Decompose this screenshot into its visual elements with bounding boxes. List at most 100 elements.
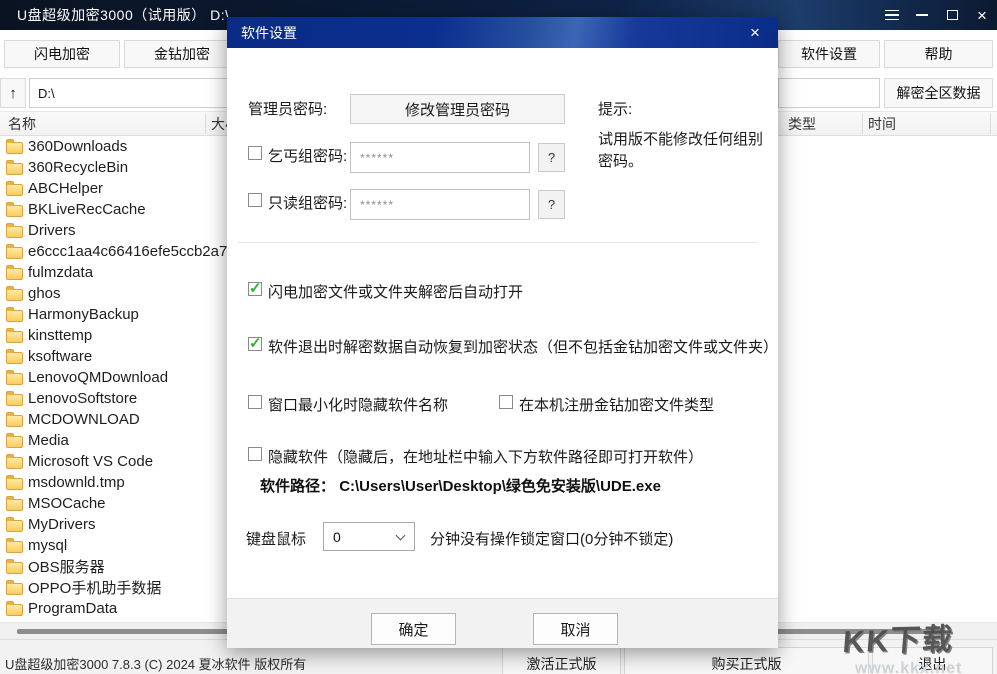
hide-name-checkbox[interactable] <box>248 395 262 409</box>
folder-name: kinsttemp <box>28 327 92 344</box>
column-header-name[interactable]: 名称 <box>8 112 36 136</box>
list-item[interactable]: ABCHelper <box>0 178 226 199</box>
folder-icon <box>6 373 23 385</box>
readonly-group-label: 只读组密码: <box>268 192 347 213</box>
close-button[interactable]: × <box>967 0 997 30</box>
list-item[interactable]: 360RecycleBin <box>0 157 226 178</box>
column-header-type[interactable]: 类型 <box>788 112 816 136</box>
change-admin-password-button[interactable]: 修改管理员密码 <box>350 94 565 124</box>
maximize-button[interactable] <box>937 0 967 30</box>
address-input[interactable]: D:\ <box>29 78 241 108</box>
list-item[interactable]: BKLiveRecCache <box>0 199 226 220</box>
list-item[interactable]: OPPO手机助手数据 <box>0 577 226 598</box>
list-item[interactable]: msdownld.tmp <box>0 472 226 493</box>
folder-icon <box>6 478 23 490</box>
readonly-help-button[interactable]: ? <box>538 190 565 219</box>
list-item[interactable]: Media <box>0 430 226 451</box>
folder-icon <box>6 541 23 553</box>
menu-icon[interactable] <box>877 0 907 30</box>
folder-name: Media <box>28 432 69 449</box>
dialog-close-button[interactable]: × <box>744 22 766 44</box>
list-item[interactable]: e6ccc1aa4c66416efe5ccb2a7... <box>0 241 226 262</box>
ok-button[interactable]: 确定 <box>371 613 456 645</box>
list-item[interactable]: HarmonyBackup <box>0 304 226 325</box>
password-input[interactable] <box>778 78 880 108</box>
buy-button[interactable]: 购买正式版 <box>624 647 869 674</box>
dialog-footer: 确定 取消 <box>227 598 778 648</box>
chevron-down-icon <box>396 531 406 541</box>
auto-restore-label: 软件退出时解密数据自动恢复到加密状态（但不包括金钻加密文件或文件夹） <box>268 336 778 357</box>
hide-software-label: 隐藏软件（隐藏后，在地址栏中输入下方软件路径即可打开软件） <box>268 446 703 467</box>
column-divider[interactable] <box>862 114 863 134</box>
list-item[interactable]: LenovoSoftstore <box>0 388 226 409</box>
folder-icon <box>6 415 23 427</box>
column-divider[interactable] <box>990 114 991 134</box>
folder-icon <box>6 520 23 532</box>
auto-open-checkbox[interactable] <box>248 282 262 296</box>
list-item[interactable]: ksoftware <box>0 346 226 367</box>
list-item[interactable]: ghos <box>0 283 226 304</box>
minimize-button[interactable] <box>907 0 937 30</box>
list-item[interactable]: OBS服务器 <box>0 556 226 577</box>
folder-name: ksoftware <box>28 348 92 365</box>
up-button[interactable]: ↑ <box>0 78 26 108</box>
folder-icon <box>6 289 23 301</box>
folder-name: MCDOWNLOAD <box>28 411 140 428</box>
list-item[interactable]: ProgramData <box>0 598 226 619</box>
software-path: 软件路径： C:\Users\User\Desktop\绿色免安装版\UDE.e… <box>260 475 661 496</box>
folder-name: Drivers <box>28 222 76 239</box>
readonly-password-input[interactable]: ****** <box>350 189 530 220</box>
folder-name: MyDrivers <box>28 516 96 533</box>
register-filetype-checkbox[interactable] <box>499 395 513 409</box>
settings-button[interactable]: 软件设置 <box>778 40 880 68</box>
auto-open-label: 闪电加密文件或文件夹解密后自动打开 <box>268 281 523 302</box>
gold-encrypt-button[interactable]: 金钻加密 <box>124 40 240 68</box>
exit-button[interactable]: 退出 <box>872 647 993 674</box>
hide-name-label: 窗口最小化时隐藏软件名称 <box>268 394 448 415</box>
list-item[interactable]: Drivers <box>0 220 226 241</box>
list-item[interactable]: kinsttemp <box>0 325 226 346</box>
auto-restore-checkbox[interactable] <box>248 337 262 351</box>
list-item[interactable]: MCDOWNLOAD <box>0 409 226 430</box>
list-item[interactable]: LenovoQMDownload <box>0 367 226 388</box>
folder-icon <box>6 583 23 595</box>
folder-icon <box>6 562 23 574</box>
activate-button[interactable]: 激活正式版 <box>502 647 621 674</box>
cancel-button[interactable]: 取消 <box>533 613 618 645</box>
folder-icon <box>6 604 23 616</box>
folder-name: e6ccc1aa4c66416efe5ccb2a7... <box>28 243 240 260</box>
folder-name: fulmzdata <box>28 264 93 281</box>
status-text: U盘超级加密3000 7.8.3 (C) 2024 夏冰软件 版权所有 <box>5 654 306 673</box>
tip-title: 提示: <box>598 98 632 119</box>
file-list: 360Downloads360RecycleBin ABCHelper BKLive… <box>0 136 226 622</box>
hide-software-checkbox[interactable] <box>248 447 262 461</box>
column-header-time[interactable]: 时间 <box>868 112 896 136</box>
software-path-value: C:\Users\User\Desktop\绿色免安装版\UDE.exe <box>339 478 661 495</box>
list-item[interactable]: 360Downloads <box>0 136 226 157</box>
list-item[interactable]: mysql <box>0 535 226 556</box>
folder-icon <box>6 247 23 259</box>
lock-minutes-select[interactable]: 0 <box>323 522 415 551</box>
column-divider[interactable] <box>205 114 206 134</box>
decrypt-all-button[interactable]: 解密全区数据 <box>884 78 993 108</box>
folder-name: ABCHelper <box>28 180 103 197</box>
list-item[interactable]: fulmzdata <box>0 262 226 283</box>
folder-icon <box>6 268 23 280</box>
folder-icon <box>6 163 23 175</box>
folder-icon <box>6 205 23 217</box>
dialog-title: 软件设置 <box>241 23 297 43</box>
list-item[interactable]: MSOCache <box>0 493 226 514</box>
dialog-titlebar: 软件设置 × <box>227 17 778 48</box>
folder-icon <box>6 310 23 322</box>
beggar-password-input[interactable]: ****** <box>350 142 530 173</box>
beggar-group-checkbox[interactable] <box>248 146 262 160</box>
list-item[interactable]: Microsoft VS Code <box>0 451 226 472</box>
flash-encrypt-button[interactable]: 闪电加密 <box>4 40 120 68</box>
beggar-help-button[interactable]: ? <box>538 143 565 172</box>
list-item[interactable]: MyDrivers <box>0 514 226 535</box>
help-button[interactable]: 帮助 <box>884 40 993 68</box>
folder-name: Microsoft VS Code <box>28 453 153 470</box>
folder-name: MSOCache <box>28 495 106 512</box>
tip-text: 试用版不能修改任何组别密码。 <box>598 129 763 173</box>
readonly-group-checkbox[interactable] <box>248 193 262 207</box>
